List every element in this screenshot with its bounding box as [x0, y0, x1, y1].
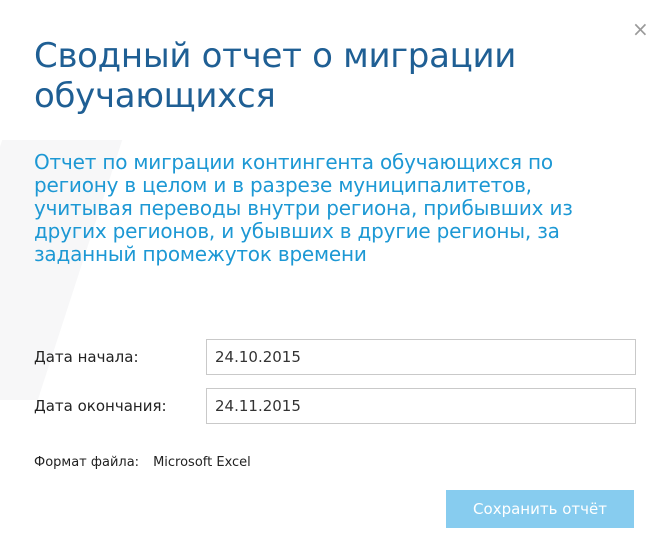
close-icon[interactable]: ×: [632, 18, 646, 40]
start-date-row: Дата начала:: [34, 339, 638, 375]
end-date-row: Дата окончания:: [34, 388, 638, 424]
dialog-title: Сводный отчет о миграции обучающихся: [34, 36, 517, 116]
start-date-input[interactable]: [206, 339, 636, 375]
report-dialog: × Сводный отчет о миграции обучающихся О…: [0, 0, 646, 541]
start-date-label: Дата начала:: [34, 348, 139, 366]
file-format-row: Формат файла: Microsoft Excel: [34, 455, 251, 471]
file-format-label: Формат файла:: [34, 455, 140, 470]
dialog-description: Отчет по миграции контингента обучающихс…: [34, 150, 573, 266]
file-format-value: Microsoft Excel: [153, 455, 251, 470]
end-date-input[interactable]: [206, 388, 636, 424]
save-report-button[interactable]: Сохранить отчёт: [446, 490, 634, 528]
end-date-label: Дата окончания:: [34, 397, 167, 415]
